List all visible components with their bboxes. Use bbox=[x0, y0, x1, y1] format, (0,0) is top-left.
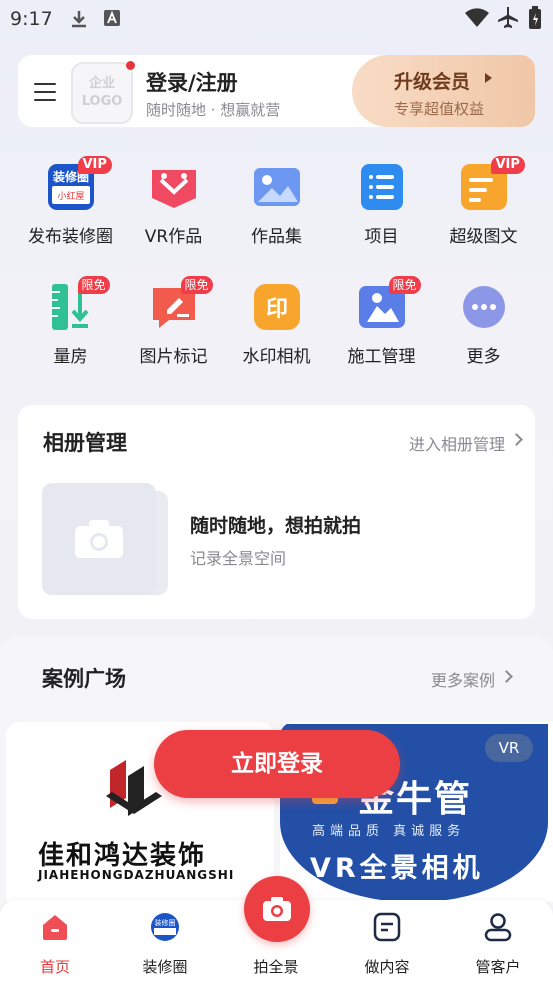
logo-text-line1: 企业 bbox=[88, 76, 115, 91]
chevron-right-icon bbox=[510, 433, 523, 446]
grid-label: 水印相机 bbox=[242, 347, 311, 367]
customer-icon bbox=[483, 912, 513, 942]
cases-title: 案例广场 bbox=[42, 667, 126, 691]
decoration-circle-nav-icon: 装修圈 bbox=[150, 912, 180, 942]
grid-label: 更多 bbox=[466, 347, 501, 367]
nav-label: 拍全景 bbox=[253, 958, 299, 976]
grid-label: 施工管理 bbox=[347, 347, 416, 367]
nav-label: 装修圈 bbox=[142, 958, 188, 976]
image-mark-icon: 限免 bbox=[149, 276, 213, 332]
project-icon bbox=[357, 162, 407, 212]
portfolio-icon bbox=[252, 162, 302, 212]
decoration-circle-icon: 装修圈 小红屋 VIP bbox=[46, 156, 112, 212]
play-arrow-icon bbox=[485, 73, 492, 83]
grid-label: 图片标记 bbox=[139, 347, 208, 367]
case-title: VR全景相机 bbox=[310, 853, 484, 884]
grid-item-vr-works[interactable]: VR作品 bbox=[122, 162, 225, 247]
album-link[interactable]: 进入相册管理 bbox=[409, 431, 505, 455]
grid-item-more[interactable]: 更多 bbox=[432, 282, 535, 367]
grid-item-watermark-camera[interactable]: 印 水印相机 bbox=[225, 282, 328, 367]
download-icon bbox=[72, 11, 86, 28]
login-title[interactable]: 登录/注册 bbox=[146, 67, 238, 97]
logo-text-line2: LOGO bbox=[81, 94, 123, 109]
header-card: 企业 LOGO 登录/注册 随时随地 · 想赢就营 升级会员 专享超值权益 bbox=[18, 55, 535, 127]
grid-item-image-mark[interactable]: 限免 图片标记 bbox=[122, 276, 225, 367]
album-card: 相册管理 进入相册管理 随时随地，想拍就拍 记录全景空间 bbox=[18, 405, 535, 619]
grid-item-portfolio[interactable]: 作品集 bbox=[225, 162, 328, 247]
svg-text:小红屋: 小红屋 bbox=[57, 190, 84, 202]
font-icon bbox=[104, 10, 120, 26]
vr-works-icon bbox=[149, 162, 199, 212]
chevron-right-icon bbox=[500, 670, 513, 683]
case-company-name: 佳和鸿达装饰 bbox=[38, 841, 207, 871]
vip-title: 升级会员 bbox=[394, 71, 471, 93]
measure-room-icon: 限免 bbox=[46, 276, 110, 332]
login-subtitle: 随时随地 · 想赢就营 bbox=[146, 101, 281, 119]
grid-item-publish[interactable]: 装修圈 小红屋 VIP 发布装修圈 bbox=[19, 156, 122, 247]
nav-customers[interactable]: 管客户 bbox=[443, 900, 553, 977]
nav-decoration-circle[interactable]: 装修圈 装修圈 bbox=[110, 900, 220, 977]
grid-label: 作品集 bbox=[251, 227, 302, 247]
vip-badge: VIP bbox=[77, 156, 112, 174]
construction-icon: 限免 bbox=[357, 276, 421, 332]
nav-label: 管客户 bbox=[475, 958, 521, 976]
album-headline: 随时随地，想拍就拍 bbox=[190, 515, 362, 537]
company-logo[interactable]: 企业 LOGO bbox=[71, 62, 133, 124]
vip-subtitle: 专享超值权益 bbox=[394, 100, 485, 118]
nav-label: 做内容 bbox=[364, 958, 410, 976]
camera-placeholder-icon bbox=[75, 520, 123, 558]
grid-label: 量房 bbox=[53, 347, 88, 367]
grid-item-construction[interactable]: 限免 施工管理 bbox=[330, 276, 433, 367]
login-now-button[interactable]: 立即登录 bbox=[154, 730, 400, 798]
free-badge: 限免 bbox=[388, 276, 421, 294]
grid-label: VR作品 bbox=[144, 227, 203, 247]
album-title: 相册管理 bbox=[43, 431, 127, 455]
grid-label: 项目 bbox=[364, 227, 399, 247]
vip-badge: VIP bbox=[490, 156, 525, 174]
more-cases-link[interactable]: 更多案例 bbox=[431, 667, 495, 691]
panorama-camera-button[interactable] bbox=[244, 876, 310, 942]
wifi-icon bbox=[465, 8, 489, 27]
case-company-pinyin: JIAHEHONGDAZHUANGSHI bbox=[38, 868, 235, 882]
case-slogan: 高端品质 真诚服务 bbox=[312, 824, 466, 839]
grid-label: 发布装修圈 bbox=[28, 227, 113, 247]
status-time: 9:17 bbox=[10, 8, 53, 30]
notification-dot bbox=[126, 61, 135, 70]
watermark-camera-icon: 印 bbox=[252, 282, 302, 332]
svg-text:印: 印 bbox=[265, 297, 287, 322]
more-icon bbox=[459, 282, 509, 332]
grid-item-measure-room[interactable]: 限免 量房 bbox=[19, 276, 122, 367]
grid-item-super-article[interactable]: VIP 超级图文 bbox=[432, 156, 535, 247]
free-badge: 限免 bbox=[77, 276, 110, 294]
free-badge: 限免 bbox=[180, 276, 213, 294]
photo-placeholder[interactable] bbox=[42, 483, 156, 595]
menu-icon[interactable] bbox=[34, 83, 56, 107]
nav-content[interactable]: 做内容 bbox=[332, 900, 442, 977]
home-icon bbox=[40, 912, 70, 942]
vr-badge: VR bbox=[485, 734, 533, 762]
svg-text:装修圈: 装修圈 bbox=[155, 918, 176, 927]
camera-icon bbox=[263, 897, 291, 921]
grid-label: 超级图文 bbox=[449, 227, 518, 247]
album-description: 记录全景空间 bbox=[190, 549, 287, 568]
grid-item-project[interactable]: 项目 bbox=[330, 162, 433, 247]
airplane-icon bbox=[498, 7, 518, 28]
nav-label: 首页 bbox=[39, 958, 70, 976]
battery-icon bbox=[529, 6, 541, 29]
content-icon bbox=[372, 912, 402, 942]
upgrade-vip-button[interactable]: 升级会员 专享超值权益 bbox=[352, 55, 535, 127]
nav-home[interactable]: 首页 bbox=[0, 900, 110, 977]
status-bar: 9:17 bbox=[0, 0, 553, 38]
super-article-icon: VIP bbox=[459, 156, 525, 212]
